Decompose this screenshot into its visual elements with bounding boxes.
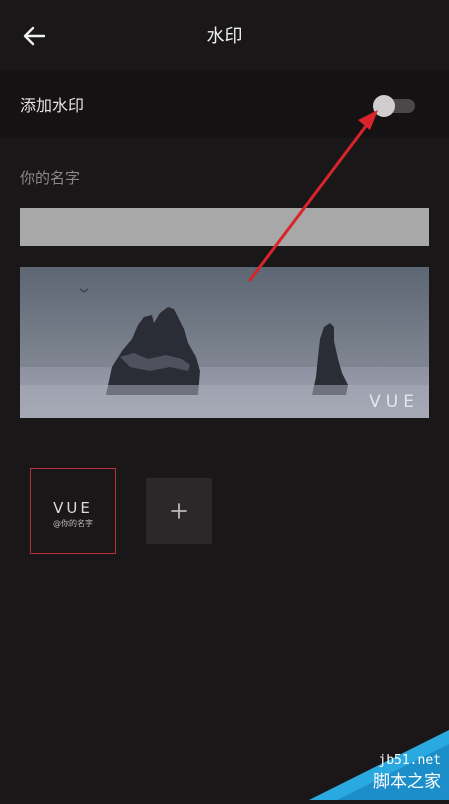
header: 水印 <box>0 0 449 70</box>
sea-stacks-photo <box>20 267 429 418</box>
site-domain: jb51.net <box>378 753 441 768</box>
preview-watermark-text: VUE <box>369 392 419 412</box>
plus-icon <box>171 503 187 519</box>
add-watermark-toggle[interactable] <box>373 95 417 117</box>
add-watermark-label: 添加水印 <box>20 96 85 115</box>
style-subtitle: @你的名字 <box>53 519 93 528</box>
site-name: 脚本之家 <box>373 772 441 792</box>
style-title: VUE <box>53 499 93 517</box>
add-style-button[interactable] <box>146 478 212 544</box>
watermark-preview-image: VUE <box>20 267 429 418</box>
name-label: 你的名字 <box>20 169 81 187</box>
name-input[interactable] <box>20 208 429 246</box>
watermark-style-vue[interactable]: VUE @你的名字 <box>30 468 116 554</box>
page-title: 水印 <box>206 26 243 47</box>
add-watermark-row: 添加水印 <box>0 70 449 138</box>
toggle-knob <box>373 95 395 117</box>
site-logo-watermark: jb51.net 脚本之家 <box>309 730 449 800</box>
